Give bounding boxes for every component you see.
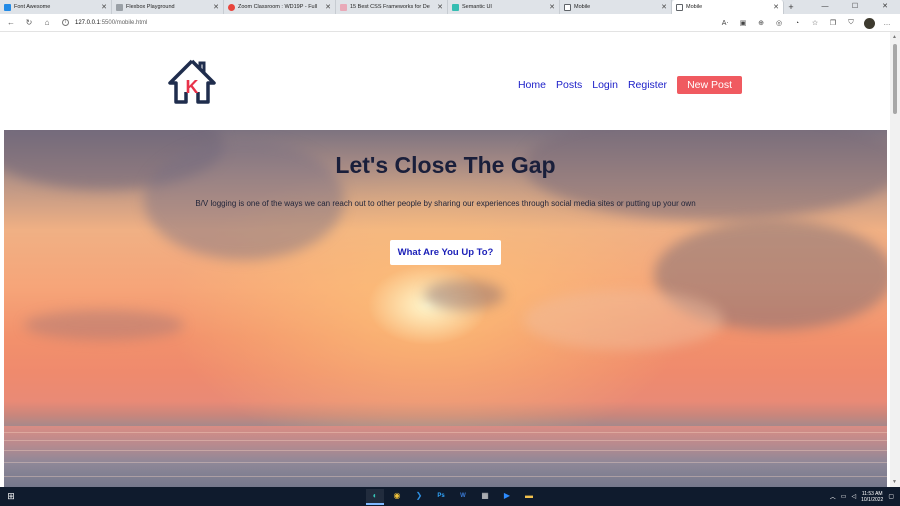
cloud-shape (424, 280, 504, 310)
calculator-icon[interactable]: ▦ (476, 489, 494, 505)
tab-close-icon[interactable]: ✕ (213, 3, 219, 11)
edge-icon[interactable]: ◐ (366, 488, 384, 505)
mail-favicon-icon (340, 3, 347, 11)
site-info-icon[interactable]: i (62, 19, 69, 26)
nav-login-link[interactable]: Login (592, 79, 618, 91)
show-hidden-icons[interactable]: ︿ (830, 492, 836, 501)
tab-close-icon[interactable]: ✕ (773, 3, 779, 11)
chrome-icon[interactable]: ◉ (388, 489, 406, 505)
scroll-up-icon[interactable]: ▲ (892, 34, 897, 40)
vscode-icon[interactable]: ❯ (410, 489, 428, 505)
minimize-icon[interactable]: — (810, 0, 840, 14)
taskbar-apps: ◐ ◉ ❯ Ps W ▦ ▶ ▬ (366, 487, 538, 506)
page-favicon-icon (676, 3, 683, 11)
tab-close-icon[interactable]: ✕ (437, 3, 443, 11)
clock-date: 10/1/2022 (861, 496, 884, 503)
url-path: :5500/mobile.html (100, 19, 148, 26)
volume-icon[interactable]: ◁ (851, 493, 856, 500)
home-logo-icon[interactable]: K (166, 58, 218, 106)
url-field[interactable]: i 127.0.0.1:5500/mobile.html (62, 19, 147, 26)
clock-time: 11:53 AM (861, 490, 883, 497)
tab-close-icon[interactable]: ✕ (101, 3, 107, 11)
notifications-icon[interactable]: ▢ (888, 493, 894, 500)
new-post-button[interactable]: New Post (677, 76, 742, 94)
url-host: 127.0.0.1 (75, 19, 101, 26)
collections-icon[interactable]: ❐ (826, 16, 840, 30)
zoom-favicon-icon (228, 3, 235, 11)
favorites-icon[interactable]: ☆ (808, 16, 822, 30)
tab-mobile-active[interactable]: Mobile ✕ (672, 0, 784, 14)
browser-essentials-icon[interactable]: ◔ (790, 16, 804, 30)
hero-subtitle: B/V logging is one of the ways we can re… (195, 199, 696, 208)
hero-title: Let's Close The Gap (335, 152, 556, 178)
page-scrollbar[interactable]: ▲ ▼ (890, 32, 900, 487)
semantic-ui-favicon-icon (452, 3, 459, 11)
close-window-icon[interactable]: ✕ (870, 0, 900, 14)
tab-zoom-classroom[interactable]: Zoom Classroom : WD19P - Full ✕ (224, 0, 336, 14)
window-controls: — ☐ ✕ (810, 0, 900, 14)
back-icon[interactable]: ← (4, 16, 18, 30)
read-aloud-icon[interactable]: Aᐧ (718, 16, 732, 30)
document-favicon-icon (116, 3, 123, 11)
windows-taskbar: ⊞ ◐ ◉ ❯ Ps W ▦ ▶ ▬ ︿ ▭ ◁ 11:53 AM 10/1/2… (0, 487, 900, 506)
tab-label: Zoom Classroom : WD19P - Full (238, 4, 318, 10)
maximize-icon[interactable]: ☐ (840, 0, 870, 14)
refresh-icon[interactable]: ↻ (22, 16, 36, 30)
page-favicon-icon (564, 3, 571, 11)
what-are-you-up-to-button[interactable]: What Are You Up To? (390, 240, 501, 265)
network-icon[interactable]: ▭ (841, 493, 847, 500)
windows-start-icon[interactable]: ⊞ (0, 491, 22, 502)
menu-icon[interactable]: … (880, 16, 894, 30)
main-nav: Home Posts Login Register New Post (518, 76, 742, 94)
cloud-shape (24, 310, 184, 340)
sea-image-area (4, 426, 887, 487)
tab-close-icon[interactable]: ✕ (549, 3, 555, 11)
tab-close-icon[interactable]: ✕ (325, 3, 331, 11)
font-awesome-favicon-icon (4, 3, 11, 11)
tab-label: Mobile (686, 4, 703, 10)
hero-banner: Let's Close The Gap B/V logging is one o… (4, 130, 887, 487)
tab-label: Semantic UI (462, 4, 492, 10)
profile-avatar[interactable] (862, 16, 876, 30)
scrollbar-thumb[interactable] (893, 44, 897, 114)
tab-font-awesome[interactable]: Font Awesome ✕ (0, 0, 112, 14)
file-explorer-icon[interactable]: ▬ (520, 489, 538, 505)
word-icon[interactable]: W (454, 489, 472, 505)
address-bar: ← ↻ ⌂ i 127.0.0.1:5500/mobile.html Aᐧ ▣ … (0, 14, 900, 32)
site-header: K Home Posts Login Register New Post (0, 32, 890, 130)
tab-label: Mobile (574, 4, 591, 10)
tab-close-icon[interactable]: ✕ (661, 3, 667, 11)
scroll-down-icon[interactable]: ▼ (892, 479, 897, 485)
tab-semantic-ui[interactable]: Semantic UI ✕ (448, 0, 560, 14)
extensions-icon[interactable]: ◎ (772, 16, 786, 30)
photoshop-icon[interactable]: Ps (432, 489, 450, 505)
home-icon[interactable]: ⌂ (40, 16, 54, 30)
tab-css-frameworks[interactable]: 15 Best CSS Frameworks for De ✕ (336, 0, 448, 14)
browser-toolbar: Aᐧ ▣ ⊕ ◎ ◔ ☆ ❐ ⛉ … (718, 14, 894, 32)
nav-register-link[interactable]: Register (628, 79, 667, 91)
logo-letter: K (186, 77, 199, 97)
shield-icon[interactable]: ⛉ (844, 16, 858, 30)
tab-label: Flexbox Playground (126, 4, 175, 10)
new-tab-button[interactable]: + (784, 0, 798, 14)
clock[interactable]: 11:53 AM 10/1/2022 (861, 491, 883, 503)
immersive-reader-icon[interactable]: ▣ (736, 16, 750, 30)
zoom-icon[interactable]: ▶ (498, 489, 516, 505)
tab-flexbox-playground[interactable]: Flexbox Playground ✕ (112, 0, 224, 14)
nav-posts-link[interactable]: Posts (556, 79, 582, 91)
browser-tab-bar: Font Awesome ✕ Flexbox Playground ✕ Zoom… (0, 0, 900, 14)
tab-mobile-1[interactable]: Mobile ✕ (560, 0, 672, 14)
zoom-icon[interactable]: ⊕ (754, 16, 768, 30)
nav-home-link[interactable]: Home (518, 79, 546, 91)
tab-label: 15 Best CSS Frameworks for De (350, 4, 430, 10)
cloud-shape (524, 290, 724, 350)
system-tray: ︿ ▭ ◁ 11:53 AM 10/1/2022 ▢ (830, 487, 894, 506)
web-page: K Home Posts Login Register New Post Let… (0, 32, 890, 487)
tab-label: Font Awesome (14, 4, 51, 10)
